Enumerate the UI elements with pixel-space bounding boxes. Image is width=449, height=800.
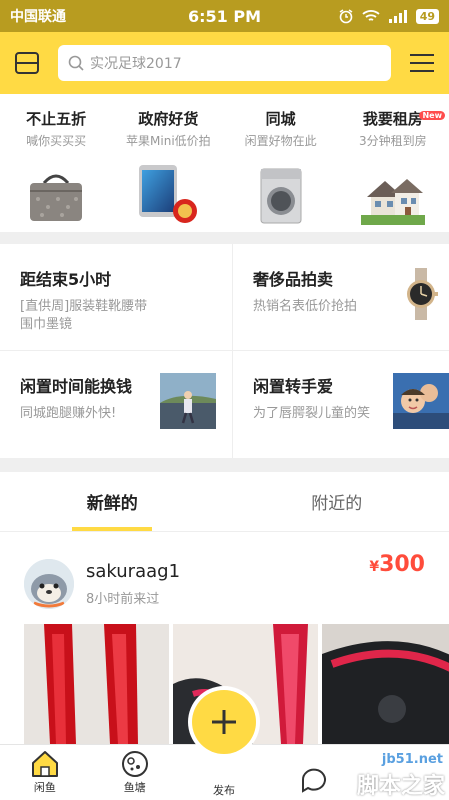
promo-title: 闲置转手爱 xyxy=(253,377,334,396)
promo-title: 距结束5小时 xyxy=(20,270,112,289)
price: ¥300 xyxy=(369,552,425,577)
nav-messages[interactable] xyxy=(269,745,359,800)
promo-subtitle: 热销名表低价抢拍 xyxy=(253,299,358,314)
promo-subtitle: [直供周]服装鞋靴腰带围巾墨镜 xyxy=(20,299,148,332)
wifi-icon xyxy=(362,10,380,21)
tab-fresh[interactable]: 新鲜的 xyxy=(0,472,225,531)
house-icon xyxy=(358,161,428,225)
last-seen: 8小时前来过 xyxy=(86,592,160,607)
handbag-icon xyxy=(21,161,91,225)
washing-machine-icon xyxy=(246,161,316,225)
search-placeholder: 实况足球2017 xyxy=(90,56,182,72)
publish-label: 发布 xyxy=(213,784,235,797)
category-title: 政府好货 xyxy=(138,110,199,128)
alarm-icon xyxy=(339,9,353,24)
username[interactable]: sakuraag1 xyxy=(86,561,180,582)
signal-icon xyxy=(388,10,407,23)
category-subtitle: 闲置好物在此 xyxy=(244,134,317,148)
search-icon xyxy=(68,55,84,71)
promo-grid: 距结束5小时 [直供周]服装鞋靴腰带围巾墨镜 奢侈品拍卖 热销名表低价抢拍 闲置… xyxy=(0,244,449,458)
promo-flash-sale[interactable]: 距结束5小时 [直供周]服装鞋靴腰带围巾墨镜 xyxy=(0,244,233,351)
promo-subtitle: 同城跑腿赚外快! xyxy=(20,406,117,421)
watermark-text: 脚本之家 xyxy=(356,774,445,799)
watermark-url: jb51.net xyxy=(381,752,443,767)
category-discount[interactable]: 不止五折 喊你买买买 xyxy=(0,94,112,232)
currency-symbol: ¥ xyxy=(369,559,380,575)
new-badge: New xyxy=(419,111,445,120)
battery-indicator: 49 xyxy=(415,8,439,24)
nav-home-label: 闲鱼 xyxy=(33,781,56,794)
category-rent[interactable]: 我要租房 New 3分钟租到房 xyxy=(337,94,449,232)
category-title: 同城 xyxy=(265,110,296,128)
status-icons: 49 xyxy=(338,8,439,24)
item-photo[interactable] xyxy=(322,624,449,744)
promo-luxury-auction[interactable]: 奢侈品拍卖 热销名表低价抢拍 xyxy=(233,244,449,351)
pond-icon xyxy=(121,751,148,777)
home-icon xyxy=(31,751,58,777)
plus-icon xyxy=(212,710,236,734)
top-bar: 实况足球2017 xyxy=(0,32,449,94)
user-info: sakuraag1 8小时前来过 xyxy=(86,561,180,607)
category-title: 我要租房 xyxy=(362,110,423,128)
status-bar: 中国联通 6:51 PM 49 xyxy=(0,0,449,32)
promo-subtitle: 为了唇腭裂儿童的笑 xyxy=(253,406,371,421)
menu-icon[interactable] xyxy=(407,48,437,78)
watch-icon xyxy=(407,268,438,320)
category-local[interactable]: 同城 闲置好物在此 xyxy=(225,94,337,232)
category-subtitle: 3分钟租到房 xyxy=(359,134,427,148)
price-value: 300 xyxy=(379,552,425,577)
category-government[interactable]: 政府好货 苹果Mini低价拍 xyxy=(112,94,224,232)
nav-home[interactable]: 闲鱼 xyxy=(0,745,90,800)
tab-nearby[interactable]: 附近的 xyxy=(225,472,449,531)
child-photo xyxy=(393,373,449,429)
carrier-label: 中国联通 xyxy=(10,9,66,25)
feed-tabs: 新鲜的 附近的 xyxy=(0,472,449,532)
nav-pond-label: 鱼塘 xyxy=(123,781,146,794)
category-title: 不止五折 xyxy=(26,110,87,128)
feed-user-row: sakuraag1 8小时前来过 ¥300 xyxy=(0,532,449,616)
runner-photo xyxy=(160,373,216,429)
category-subtitle: 喊你买买买 xyxy=(26,134,87,148)
promo-charity[interactable]: 闲置转手爱 为了唇腭裂儿童的笑 xyxy=(233,351,449,458)
message-icon xyxy=(302,768,327,793)
promo-title: 奢侈品拍卖 xyxy=(253,270,334,289)
ipad-icon xyxy=(133,161,203,225)
category-strip: 不止五折 喊你买买买 政府好货 苹果Mini低价拍 同城 闲置好物在此 我要租房… xyxy=(0,94,449,232)
item-photo[interactable] xyxy=(24,624,169,744)
scan-icon[interactable] xyxy=(12,48,42,78)
category-subtitle: 苹果Mini低价拍 xyxy=(126,134,211,148)
avatar[interactable] xyxy=(24,559,74,609)
nav-pond[interactable]: 鱼塘 xyxy=(90,745,180,800)
publish-button[interactable] xyxy=(192,690,256,754)
promo-title: 闲置时间能换钱 xyxy=(20,377,133,396)
search-input[interactable]: 实况足球2017 xyxy=(58,45,391,81)
promo-errands[interactable]: 闲置时间能换钱 同城跑腿赚外快! xyxy=(0,351,233,458)
